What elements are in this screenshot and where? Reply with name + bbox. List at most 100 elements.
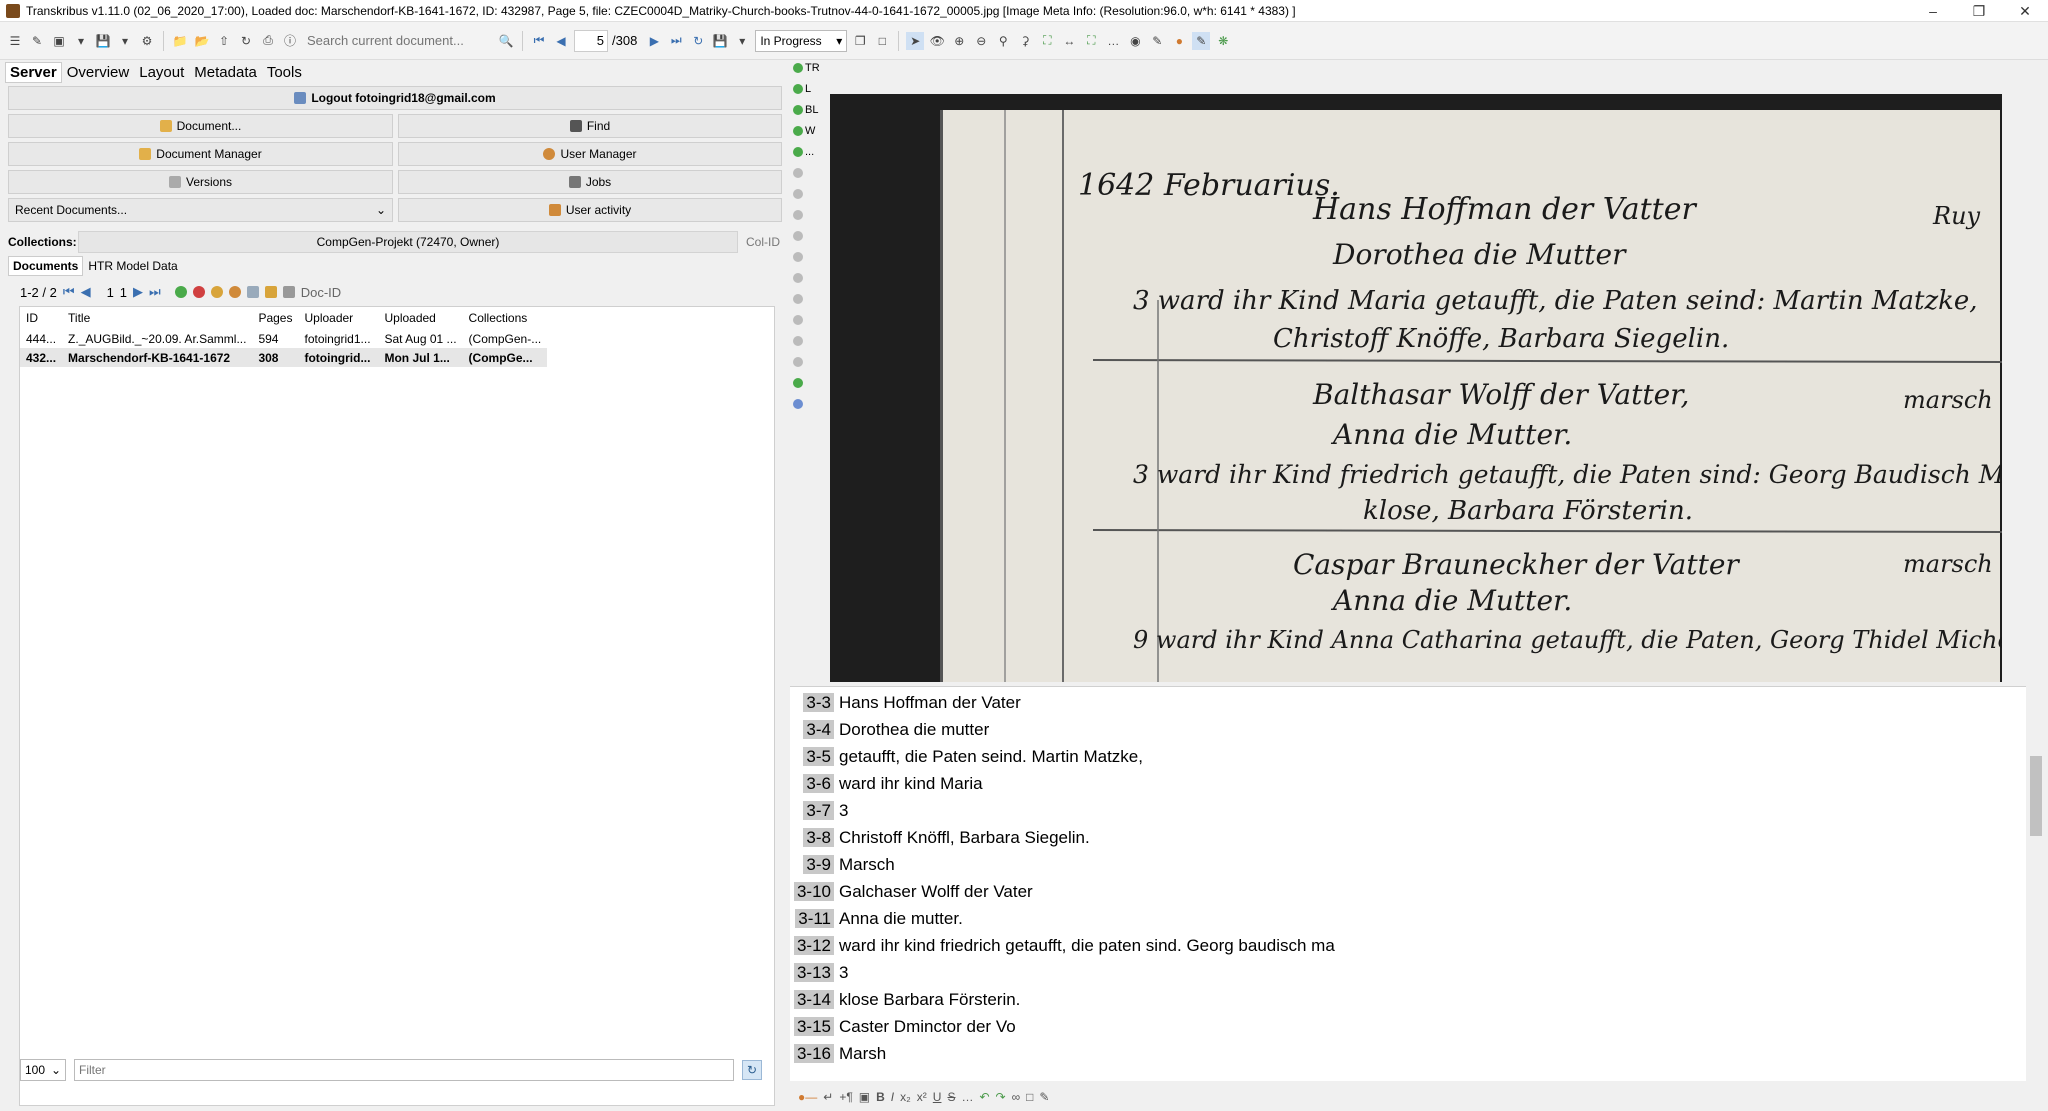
transcript-scrollbar[interactable] [2026,686,2046,1081]
dropdown-icon[interactable]: ▾ [733,32,751,50]
search-input[interactable] [303,29,493,52]
toggle-more[interactable]: ... [793,144,829,160]
tool-item[interactable] [793,375,829,391]
list-item[interactable]: 3-7 3 [790,797,2026,824]
italic-icon[interactable]: I [891,1090,894,1104]
window-icon[interactable]: □ [873,32,891,50]
last-icon[interactable]: ⏭ [149,284,161,300]
tool-item[interactable] [793,354,829,370]
duplicate-icon[interactable] [246,286,259,298]
fit-page-icon[interactable]: ⛶ [1038,32,1056,50]
delete-icon[interactable] [192,286,205,298]
edit-icon[interactable]: ✎ [28,32,46,50]
tool-item[interactable] [793,396,829,412]
sync-icon[interactable]: ↻ [237,32,255,50]
details-icon[interactable] [282,286,295,298]
transcription-editor[interactable]: 3-3 Hans Hoffman der Vater 3-4 Dorothea di… [790,686,2026,1081]
toggle-tr[interactable]: TR [793,60,829,76]
zoom-reset-icon[interactable]: ⚳ [1016,32,1034,50]
underline-icon[interactable]: U [933,1090,942,1104]
view-icon[interactable]: 👁 [928,32,946,50]
export-icon[interactable] [264,286,277,298]
list-item[interactable]: 3-16 Marsh [790,1040,2026,1067]
pen-icon[interactable]: ✎ [1039,1090,1049,1104]
col-title[interactable]: Title [62,307,252,329]
color-icon[interactable]: ● [1170,32,1188,50]
last-page-icon[interactable]: ⏭ [667,32,685,50]
tab-documents[interactable]: Documents [8,256,84,276]
list-item[interactable]: 3-6 ward ihr kind Maria [790,770,2026,797]
add-line-icon[interactable]: +¶ [839,1090,852,1104]
tab-htr-model-data[interactable]: HTR Model Data [83,256,182,276]
subscript-icon[interactable]: x₂ [900,1090,911,1104]
tool-item[interactable] [793,165,829,181]
brush-icon[interactable]: ✎ [1148,32,1166,50]
document-button[interactable]: Document... [8,114,393,138]
more-icon[interactable]: … [961,1090,973,1104]
list-item[interactable]: 3-8 Christoff Knöffl, Barbara Siegelin. [790,824,2026,851]
link-icon[interactable]: ∞ [1012,1090,1021,1104]
page-number-input[interactable] [574,29,608,52]
next-icon[interactable]: ▶ [133,284,143,300]
logout-button[interactable]: Logout fotoingrid18@gmail.com [8,86,782,110]
list-item[interactable]: 3-13 3 [790,959,2026,986]
tool-item[interactable] [793,186,829,202]
window-icon[interactable]: □ [1026,1090,1033,1104]
menu-icon[interactable]: ☰ [6,32,24,50]
upload-icon[interactable]: ⇧ [215,32,233,50]
tool-item[interactable] [793,270,829,286]
list-item[interactable]: 3-11 Anna die mutter. [790,905,2026,932]
layout-icon[interactable]: ▣ [50,32,68,50]
search-icon[interactable]: 🔍 [497,32,515,50]
cursor-icon[interactable]: ➤ [906,31,925,50]
line-style-icon[interactable]: ●— [798,1090,817,1104]
tool-item[interactable] [793,228,829,244]
info-icon[interactable]: ⓘ [281,32,299,50]
image-canvas[interactable]: 1642 Februarius. Hans Hoffman der Vatter… [830,94,2002,682]
indent-icon[interactable]: ↵ [823,1090,833,1104]
col-pages[interactable]: Pages [252,307,298,329]
tool-item[interactable] [793,249,829,265]
tab-metadata[interactable]: Metadata [189,62,262,83]
restore-icon[interactable]: ❐ [1956,0,2002,22]
share-icon[interactable] [228,286,241,298]
zoom-out-icon[interactable]: ⊖ [972,32,990,50]
table-row[interactable]: 432... Marschendorf-KB-1641-1672 308 fot… [20,348,548,367]
strikethrough-icon[interactable]: S [947,1090,955,1104]
copy-icon[interactable]: ❐ [851,32,869,50]
page-size-select[interactable]: 100 ⌄ [20,1059,66,1081]
users-icon[interactable] [210,286,223,298]
tool-item[interactable] [793,333,829,349]
versions-button[interactable]: Versions [8,170,393,194]
tab-tools[interactable]: Tools [262,62,307,83]
find-button[interactable]: Find [398,114,782,138]
prev-icon[interactable]: ◀ [81,284,91,300]
save-icon[interactable]: 💾 [94,32,112,50]
toggle-w[interactable]: W [793,123,829,139]
recent-documents-select[interactable]: Recent Documents... ⌄ [8,198,393,222]
settings-icon[interactable]: ⚙ [138,32,156,50]
list-item[interactable]: 3-3 Hans Hoffman der Vater [790,689,2026,716]
close-icon[interactable]: ✕ [2002,0,2048,22]
first-icon[interactable]: ⏮ [63,284,75,300]
tab-layout[interactable]: Layout [134,62,189,83]
refresh-icon[interactable]: ↻ [742,1060,762,1080]
tab-overview[interactable]: Overview [62,62,135,83]
next-page-icon[interactable]: ▶ [645,32,663,50]
zoom-fit-icon[interactable]: ⚲ [994,32,1012,50]
tab-server[interactable]: Server [5,62,62,83]
filter-input[interactable] [74,1059,734,1081]
collection-select[interactable]: CompGen-Projekt (72470, Owner) [78,231,738,253]
list-item[interactable]: 3-4 Dorothea die mutter [790,716,2026,743]
doc-page-index[interactable]: 1 [107,285,114,300]
tool-item[interactable] [793,312,829,328]
table-row[interactable]: 444... Z._AUGBild._~20.09. Ar.Samml... 5… [20,329,547,348]
col-uploaded[interactable]: Uploaded [378,307,462,329]
image-icon[interactable]: ▣ [859,1090,870,1104]
first-page-icon[interactable]: ⏮ [530,32,548,50]
add-icon[interactable] [174,286,187,298]
print-icon[interactable]: ⎙ [259,32,277,50]
bug-icon[interactable]: ❋ [1214,32,1232,50]
tool-item[interactable] [793,291,829,307]
col-id[interactable]: ID [20,307,62,329]
